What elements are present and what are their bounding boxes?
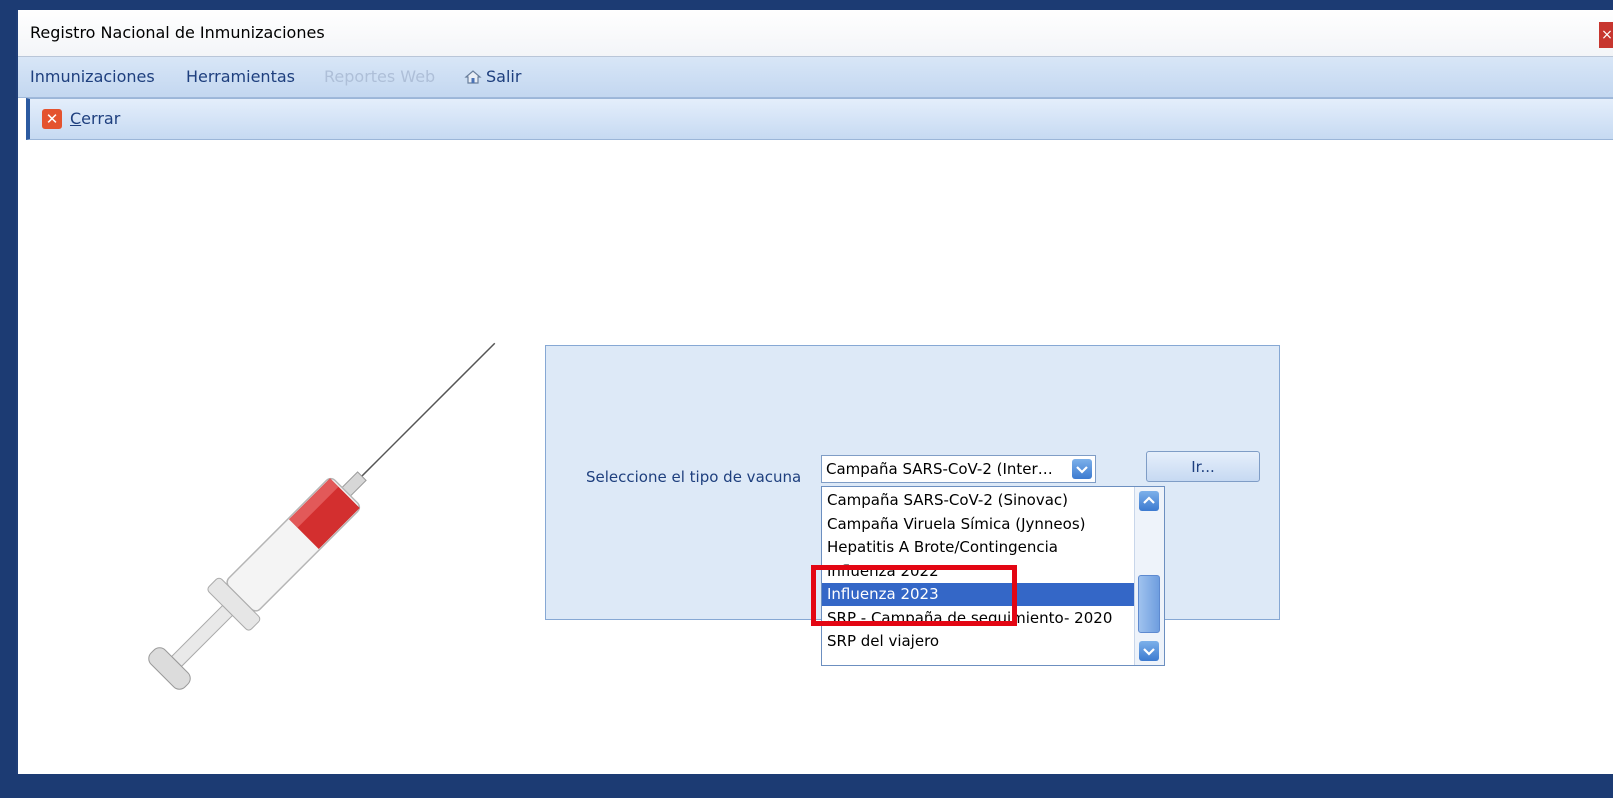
list-item[interactable]: SRP del viajero bbox=[822, 630, 1136, 653]
list-item[interactable]: Campaña SARS-CoV-2 (Sinovac) bbox=[822, 489, 1136, 512]
menu-reportes-web: Reportes Web bbox=[324, 67, 436, 86]
chevron-down-icon[interactable] bbox=[1072, 459, 1092, 479]
toolbar: ✕ Cerrar bbox=[26, 98, 1613, 140]
title-bar: Registro Nacional de Inmunizaciones × bbox=[18, 10, 1613, 57]
scrollbar-thumb[interactable] bbox=[1138, 575, 1160, 633]
go-button[interactable]: Ir... bbox=[1146, 451, 1260, 482]
red-x-icon: ✕ bbox=[42, 109, 62, 129]
vaccine-type-label: Seleccione el tipo de vacuna bbox=[586, 468, 802, 486]
menu-salir[interactable]: Salir bbox=[486, 67, 521, 86]
app-window: Registro Nacional de Inmunizaciones × In… bbox=[16, 10, 1613, 774]
menu-inmunizaciones[interactable]: Inmunizaciones bbox=[30, 67, 155, 86]
close-form-label: Cerrar bbox=[70, 109, 121, 128]
window-close-button[interactable]: × bbox=[1599, 22, 1613, 48]
menu-bar: Inmunizaciones Herramientas Reportes Web… bbox=[18, 57, 1613, 98]
red-highlight-annotation bbox=[811, 565, 1017, 626]
menu-herramientas[interactable]: Herramientas bbox=[186, 67, 295, 86]
vaccine-type-select[interactable]: Campaña SARS-CoV-2 (Inter… bbox=[821, 455, 1096, 483]
window-title: Registro Nacional de Inmunizaciones bbox=[30, 23, 325, 42]
chevron-up-icon[interactable] bbox=[1139, 491, 1159, 511]
syringe-image bbox=[148, 342, 496, 690]
dropdown-scrollbar[interactable] bbox=[1134, 487, 1164, 665]
list-item[interactable]: Campaña Viruela Símica (Jynneos) bbox=[822, 513, 1136, 536]
chevron-down-icon[interactable] bbox=[1139, 641, 1159, 661]
list-item[interactable]: Hepatitis A Brote/Contingencia bbox=[822, 536, 1136, 559]
vaccine-type-selected-value: Campaña SARS-CoV-2 (Inter… bbox=[826, 460, 1053, 478]
house-exit-icon bbox=[464, 70, 482, 84]
